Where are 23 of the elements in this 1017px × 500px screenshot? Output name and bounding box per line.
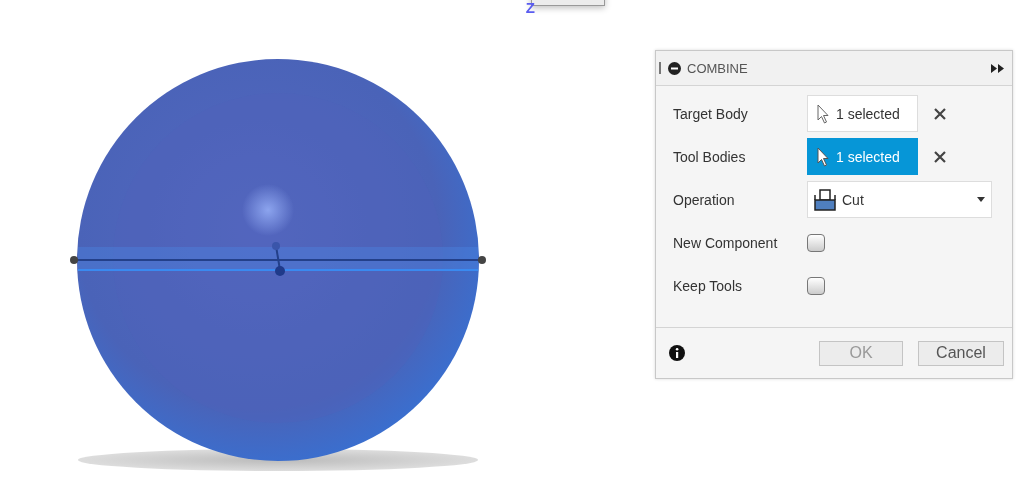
drag-handle-icon[interactable] <box>658 61 662 75</box>
cursor-icon <box>816 103 830 124</box>
selection-button[interactable]: 1 selected <box>807 95 918 132</box>
field-label: New Component <box>673 234 779 251</box>
cursor-icon <box>816 146 830 167</box>
dialog-title: COMBINE <box>687 60 749 76</box>
field-label: Operation <box>673 191 736 208</box>
field-label: Keep Tools <box>673 277 743 294</box>
info-icon[interactable] <box>669 345 685 361</box>
operation-dropdown[interactable]: Cut <box>807 181 992 218</box>
axis-label: Z <box>525 0 535 16</box>
dialog-button[interactable]: Cancel <box>918 340 1004 366</box>
minus-circle-icon <box>668 61 681 75</box>
field-label: Target Body <box>673 105 749 122</box>
clear-icon[interactable] <box>934 150 946 163</box>
field-label: Tool Bodies <box>673 148 747 165</box>
checkbox[interactable] <box>807 233 825 252</box>
cut-icon <box>814 188 836 211</box>
expand-icon[interactable] <box>991 63 1004 73</box>
clear-icon[interactable] <box>934 107 946 120</box>
checkbox[interactable] <box>807 276 825 295</box>
selection-button[interactable]: 1 selected <box>807 138 918 175</box>
caret-icon <box>977 197 985 202</box>
